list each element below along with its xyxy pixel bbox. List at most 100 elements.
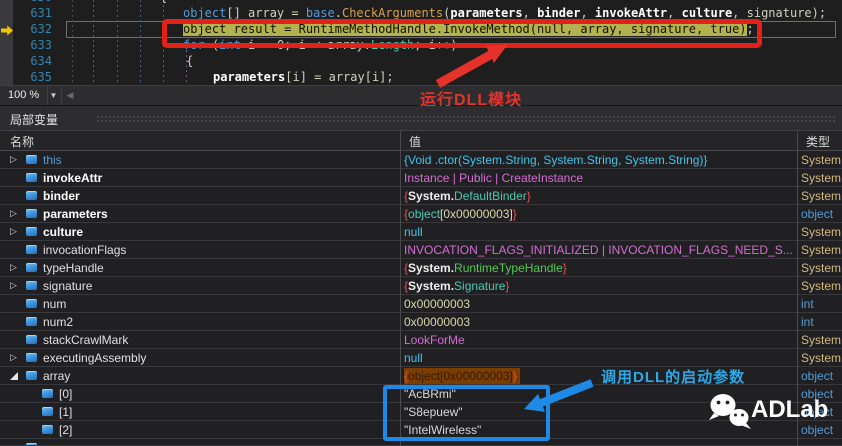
line-number[interactable]: 632	[14, 21, 52, 37]
hscroll-left-arrow-icon[interactable]: ◀	[64, 86, 76, 105]
locals-row-stackCrawlMark[interactable]: stackCrawlMark LookForMe System	[0, 331, 842, 349]
red-annotation-box	[162, 19, 762, 48]
field-icon	[26, 191, 37, 200]
line-number[interactable]: 633	[14, 37, 52, 53]
variable-value[interactable]: {System.DefaultBinder}	[404, 188, 794, 204]
line-number[interactable]: 635	[14, 69, 52, 85]
variable-name: invokeAttr	[43, 171, 103, 185]
variable-name: binder	[43, 189, 80, 203]
code-segment: ,	[580, 6, 595, 20]
variable-type: System	[801, 243, 842, 257]
value-segment: 0x00000003	[404, 315, 471, 329]
variable-type: object	[801, 423, 834, 437]
variable-name: typeHandle	[43, 261, 104, 275]
locals-row-parameters[interactable]: ▷ parameters {object[0x00000003]} object	[0, 205, 842, 223]
variable-type: System	[801, 171, 842, 185]
line-number[interactable]: 634	[14, 53, 52, 69]
value-segment: object[0x00000003]	[408, 369, 513, 383]
value-segment: DefaultBinder	[454, 189, 527, 203]
value-segment: Instance | Public | CreateInstance	[404, 171, 583, 185]
value-segment: }	[512, 207, 517, 221]
variable-name: this	[43, 153, 62, 167]
column-header-name[interactable]: 名称	[10, 133, 34, 150]
expander-icon[interactable]: ▷	[10, 262, 20, 273]
zoom-dropdown-icon[interactable]: ▼	[46, 86, 62, 105]
code-segment: [] array =	[226, 6, 306, 20]
blue-annotation-text: 调用DLL的启动参数	[601, 369, 746, 386]
code-text: {	[186, 53, 193, 69]
expander-icon[interactable]: ▷	[10, 226, 20, 237]
variable-type: int	[801, 297, 814, 311]
locals-row-invokeAttr[interactable]: invokeAttr Instance | Public | CreateInst…	[0, 169, 842, 187]
locals-row-num2[interactable]: num2 0x00000003 int	[0, 313, 842, 331]
field-icon	[26, 317, 37, 326]
field-icon	[26, 209, 37, 218]
code-segment: parameters	[213, 70, 286, 84]
variable-value[interactable]: {object[0x00000003]}	[404, 368, 520, 384]
variable-name: [0]	[59, 387, 73, 401]
locals-row-binder[interactable]: binder {System.DefaultBinder} System	[0, 187, 842, 205]
zoom-level[interactable]: 100 %	[0, 86, 49, 105]
variable-name: [2]	[59, 423, 73, 437]
line-number[interactable]: 631	[14, 5, 52, 21]
variable-value[interactable]: {System.Signature}	[404, 278, 794, 294]
variable-value[interactable]: INVOCATION_FLAGS_INITIALIZED | INVOCATIO…	[404, 242, 794, 258]
field-icon	[26, 281, 37, 290]
variable-value[interactable]: {object[0x00000003]}	[404, 206, 794, 222]
locals-row-typeHandle[interactable]: ▷ typeHandle {System.RuntimeTypeHandle} Sys…	[0, 259, 842, 277]
field-icon	[26, 335, 37, 344]
column-header-type[interactable]: 类型	[806, 133, 830, 150]
variable-type: System	[801, 279, 842, 293]
variable-name: executingAssembly	[43, 351, 147, 365]
variable-value[interactable]: {System.RuntimeTypeHandle}	[404, 260, 794, 276]
variable-value[interactable]: null	[404, 224, 794, 240]
variable-type: System	[801, 333, 842, 347]
blue-annotation-box	[383, 385, 550, 441]
variable-type: int	[801, 315, 814, 329]
field-icon	[26, 173, 37, 182]
variable-type: object	[801, 207, 834, 221]
locals-row-num[interactable]: num 0x00000003 int	[0, 295, 842, 313]
code-line-634[interactable]: 634 {	[0, 53, 842, 69]
value-segment: object	[408, 207, 441, 221]
expander-icon[interactable]: ▷	[10, 154, 20, 165]
variable-type: System	[801, 189, 842, 203]
variable-value[interactable]: Instance | Public | CreateInstance	[404, 170, 794, 186]
code-segment: .	[334, 6, 342, 20]
variable-value[interactable]: null	[404, 350, 794, 366]
locals-row-culture[interactable]: ▷ culture null System	[0, 223, 842, 241]
code-segment: ,	[667, 6, 682, 20]
field-icon	[26, 371, 37, 380]
column-header-value[interactable]: 值	[409, 133, 421, 150]
field-icon	[26, 263, 37, 272]
value-segment: }	[505, 279, 510, 293]
value-segment: RuntimeTypeHandle	[454, 261, 563, 275]
variable-value[interactable]: LookForMe	[404, 332, 794, 348]
variable-type: System	[801, 153, 842, 167]
locals-titlebar[interactable]: 局部变量	[0, 106, 842, 131]
code-line-635[interactable]: 635 parameters[i] = array[i];	[0, 69, 842, 85]
value-segment: }	[512, 369, 517, 383]
expander-icon[interactable]: ▷	[10, 280, 20, 291]
locals-row-signature[interactable]: ▷ signature {System.Signature} System	[0, 277, 842, 295]
locals-row-invocationFlags[interactable]: invocationFlags INVOCATION_FLAGS_INITIALI…	[0, 241, 842, 259]
titlebar-dots	[96, 115, 836, 123]
field-icon	[26, 299, 37, 308]
field-icon	[42, 425, 53, 434]
value-segment: System.	[408, 189, 455, 203]
code-editor[interactable]: 630{631object[] array = base.CheckArgume…	[0, 0, 842, 85]
value-segment: null	[404, 225, 423, 239]
locals-row-executingAssembly[interactable]: ▷ executingAssembly null System	[0, 349, 842, 367]
variable-name: array	[43, 369, 71, 383]
expander-icon[interactable]: ▷	[10, 208, 20, 219]
field-icon	[42, 407, 53, 416]
value-segment: Signature	[454, 279, 506, 293]
expander-icon[interactable]	[10, 372, 18, 380]
expander-icon[interactable]: ▷	[10, 352, 20, 363]
locals-row-this[interactable]: ▷ this {Void .ctor(System.String, System.S…	[0, 151, 842, 169]
variable-name: parameters	[43, 207, 108, 221]
variable-value[interactable]: 0x00000003	[404, 314, 794, 330]
variable-value[interactable]: 0x00000003	[404, 296, 794, 312]
variable-value[interactable]: {Void .ctor(System.String, System.String…	[404, 152, 794, 168]
variable-type: System	[801, 351, 842, 365]
